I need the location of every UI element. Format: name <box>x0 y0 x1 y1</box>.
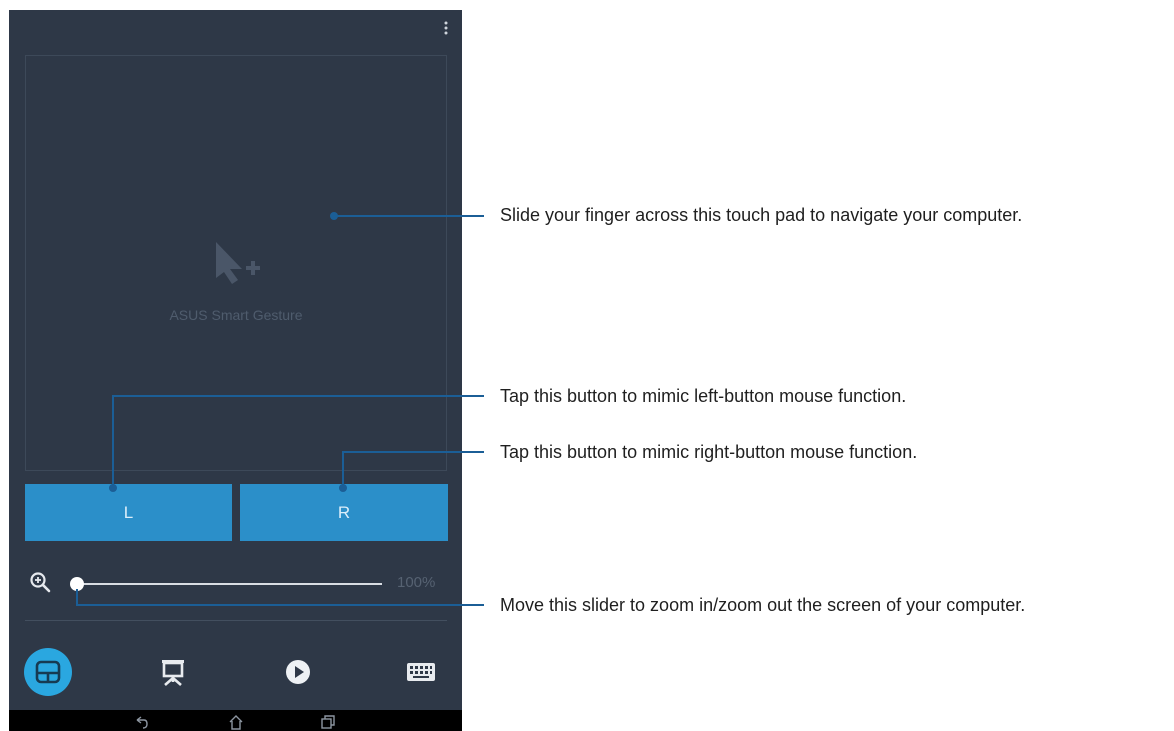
zoom-slider-callout-text: Move this slider to zoom in/zoom out the… <box>500 595 1026 615</box>
right-button-callout-dot <box>339 484 347 492</box>
right-button-callout-line <box>342 451 484 488</box>
touchpad-callout-text: Slide your finger across this touch pad … <box>500 205 1023 225</box>
right-button-callout-text: Tap this button to mimic right-button mo… <box>500 442 918 462</box>
left-button-callout-line <box>112 395 484 488</box>
callout-lines <box>76 212 484 606</box>
left-button-callout-text: Tap this button to mimic left-button mou… <box>500 386 907 406</box>
zoom-slider-callout-line <box>76 589 484 606</box>
touchpad-callout-dot <box>330 212 338 220</box>
left-button-callout-dot <box>109 484 117 492</box>
